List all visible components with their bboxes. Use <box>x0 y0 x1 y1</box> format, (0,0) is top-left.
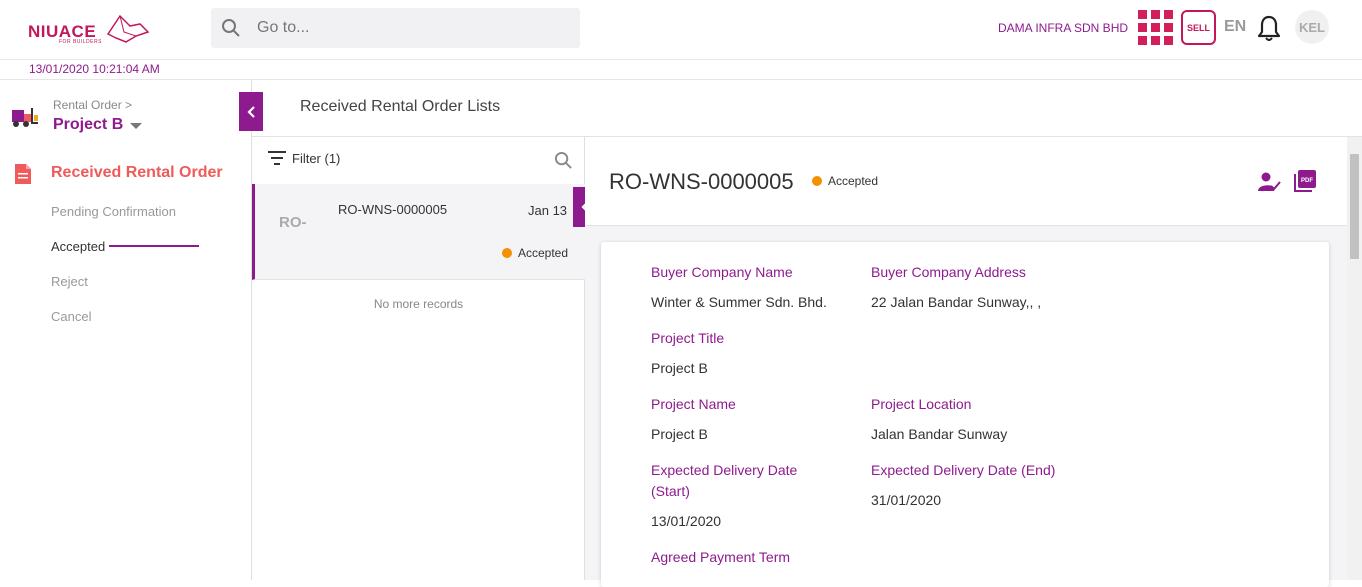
logo-subtitle: FOR BUILDERS <box>59 39 102 45</box>
user-avatar[interactable]: KEL <box>1295 10 1329 44</box>
delivery-end-label: Expected Delivery Date (End) <box>871 462 1056 478</box>
menu-title-received-rental-order[interactable]: Received Rental Order <box>51 164 223 182</box>
buyer-company-name-label: Buyer Company Name <box>651 264 793 280</box>
status-badge: Accepted <box>502 246 568 260</box>
item-thumbnail: RO- <box>279 214 307 231</box>
forklift-icon <box>12 108 38 127</box>
top-header: NIUACE FOR BUILDERS DAMA INFRA SDN BHD S… <box>0 0 1362 60</box>
payment-term-label: Agreed Payment Term <box>651 549 791 565</box>
project-name-label: Project Name <box>651 396 736 412</box>
scrollbar[interactable] <box>1347 137 1362 580</box>
buyer-company-address-label: Buyer Company Address <box>871 264 1026 280</box>
project-title-value: Project B <box>651 360 708 376</box>
project-selector[interactable]: Project B <box>53 116 143 134</box>
filter-button[interactable]: Filter (1) <box>292 151 340 166</box>
search-icon[interactable] <box>554 151 573 170</box>
language-switch[interactable]: EN <box>1224 18 1246 36</box>
caret-down-icon <box>130 123 143 129</box>
svg-text:PDF: PDF <box>1301 178 1313 184</box>
pdf-icon[interactable]: PDF <box>1294 170 1316 192</box>
filter-icon[interactable] <box>268 151 286 165</box>
sidebar-item-accepted[interactable]: Accepted <box>51 239 105 254</box>
project-title-label: Project Title <box>651 330 725 346</box>
apps-grid-icon[interactable] <box>1138 10 1174 46</box>
global-search[interactable] <box>211 8 580 48</box>
sidebar-item-pending-confirmation[interactable]: Pending Confirmation <box>51 204 176 219</box>
active-indicator <box>109 245 199 247</box>
order-detail-panel: RO-WNS-0000005 Accepted PDF Buyer Compan… <box>585 137 1362 587</box>
list-footer: No more records <box>373 297 464 311</box>
company-name[interactable]: DAMA INFRA SDN BHD <box>998 21 1128 35</box>
search-input[interactable] <box>257 8 567 48</box>
status-dot-icon <box>812 176 822 186</box>
document-icon <box>15 164 31 184</box>
item-date: Jan 13 <box>528 203 568 218</box>
scrollbar-thumb[interactable] <box>1350 154 1359 259</box>
status-text: Accepted <box>828 174 879 188</box>
list-item[interactable]: RO- RO-WNS-0000005 Jan 13 Accepted <box>252 184 585 280</box>
user-approve-icon[interactable] <box>1257 171 1281 193</box>
delivery-start-label-suffix: (Start) <box>651 483 690 499</box>
item-code: RO-WNS-0000005 <box>338 202 448 217</box>
detail-header: RO-WNS-0000005 Accepted PDF <box>585 137 1347 226</box>
buyer-company-name-value: Winter & Summer Sdn. Bhd. <box>651 294 827 310</box>
status-dot-icon <box>502 248 512 258</box>
status-text: Accepted <box>518 246 569 260</box>
bell-icon[interactable] <box>1256 14 1282 42</box>
order-detail-card: Buyer Company Name Winter & Summer Sdn. … <box>601 242 1329 587</box>
project-name-value: Project B <box>651 426 708 442</box>
logo-mark-icon <box>106 14 150 43</box>
project-location-label: Project Location <box>871 396 972 412</box>
buyer-company-address-value: 22 Jalan Bandar Sunway,, , <box>871 294 1042 310</box>
search-icon <box>222 19 240 37</box>
left-sidebar: Rental Order > Project B Received Rental… <box>0 80 252 580</box>
order-list-panel: Filter (1) RO- RO-WNS-0000005 Jan 13 Acc… <box>252 137 585 580</box>
sidebar-item-reject[interactable]: Reject <box>51 274 88 289</box>
project-selector-label: Project B <box>53 116 124 133</box>
delivery-start-value: 13/01/2020 <box>651 513 722 529</box>
current-datetime: 13/01/2020 10:21:04 AM <box>29 62 160 76</box>
delivery-start-label: Expected Delivery Date <box>651 462 798 478</box>
breadcrumb[interactable]: Rental Order > <box>53 98 132 112</box>
sidebar-item-cancel[interactable]: Cancel <box>51 309 91 324</box>
order-code-title: RO-WNS-0000005 <box>609 169 794 194</box>
page-title: Received Rental Order Lists <box>300 98 501 115</box>
project-location-value: Jalan Bandar Sunway <box>871 426 1008 442</box>
sell-mode-button[interactable]: SELL <box>1181 10 1216 45</box>
chevron-left-icon <box>247 105 255 118</box>
delivery-end-value: 31/01/2020 <box>871 492 942 508</box>
niuace-logo[interactable]: NIUACE FOR BUILDERS <box>26 12 150 46</box>
collapse-sidebar-button[interactable] <box>239 92 263 131</box>
status-badge: Accepted <box>812 174 878 188</box>
